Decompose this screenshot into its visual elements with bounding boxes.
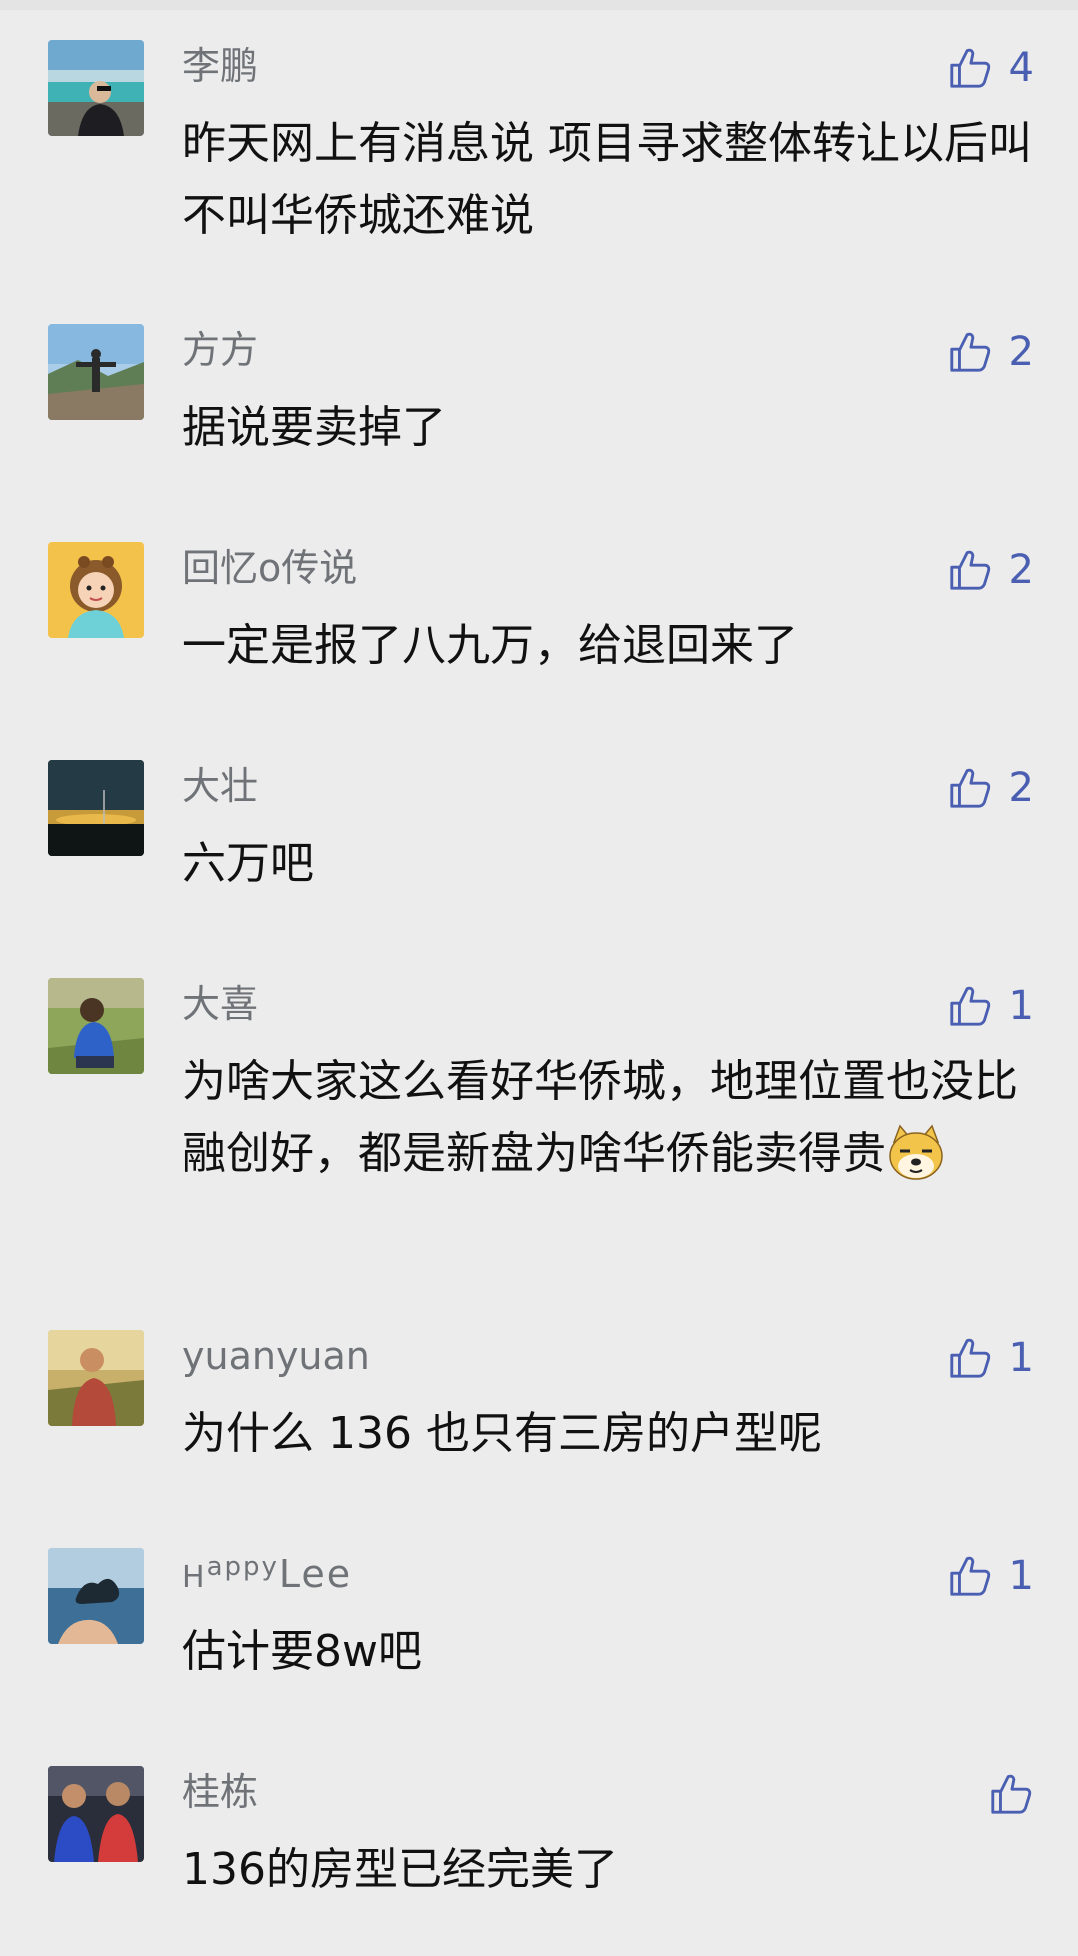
user-avatar[interactable] bbox=[48, 1548, 144, 1644]
like-button[interactable]: 1 bbox=[947, 1548, 1034, 1604]
comment-text: 六万吧 bbox=[182, 838, 314, 889]
comment-item: 方方 2 据说要卖掉了 bbox=[0, 324, 1078, 454]
like-button[interactable]: 2 bbox=[947, 542, 1034, 598]
like-count: 2 bbox=[1008, 329, 1034, 375]
thumbs-up-icon bbox=[947, 1335, 993, 1381]
top-divider bbox=[0, 0, 1078, 10]
user-avatar[interactable] bbox=[48, 978, 144, 1074]
comment-item: 大壮 2 六万吧 bbox=[0, 760, 1078, 890]
comment-item: 大喜 1 为啥大家这么看好华侨城，地理位置也没比融创好，都是新盘为啥华侨能卖得贵 bbox=[0, 978, 1078, 1248]
like-count: 1 bbox=[1008, 1553, 1034, 1599]
happylee-name-super: appy bbox=[206, 1552, 279, 1582]
user-avatar[interactable] bbox=[48, 542, 144, 638]
user-avatar[interactable] bbox=[48, 324, 144, 420]
user-avatar[interactable] bbox=[48, 760, 144, 856]
comment-author[interactable]: 回忆o传说 bbox=[182, 544, 357, 592]
happylee-name-small: H bbox=[182, 1560, 207, 1595]
comment-text: 为啥大家这么看好华侨城，地理位置也没比融创好，都是新盘为啥华侨能卖得贵 bbox=[182, 1046, 1042, 1190]
like-count: 2 bbox=[1008, 547, 1034, 593]
like-count: 2 bbox=[1008, 765, 1034, 811]
comment-text: 一定是报了八九万，给退回来了 bbox=[182, 620, 798, 671]
comment-text: 136的房型已经完美了 bbox=[182, 1844, 618, 1895]
like-button[interactable] bbox=[988, 1766, 1034, 1822]
comment-text: 据说要卖掉了 bbox=[182, 402, 446, 453]
comment-author[interactable]: 李鹏 bbox=[182, 42, 258, 90]
thumbs-up-icon bbox=[947, 983, 993, 1029]
like-button[interactable]: 4 bbox=[947, 40, 1034, 96]
user-avatar[interactable] bbox=[48, 40, 144, 136]
happylee-name-end: Lee bbox=[278, 1552, 353, 1596]
comment-text: 为什么 136 也只有三房的户型呢 bbox=[182, 1408, 822, 1459]
user-avatar[interactable] bbox=[48, 1330, 144, 1426]
user-avatar[interactable] bbox=[48, 1766, 144, 1862]
like-button[interactable]: 2 bbox=[947, 760, 1034, 816]
thumbs-up-icon bbox=[947, 45, 993, 91]
like-button[interactable]: 1 bbox=[947, 1330, 1034, 1386]
thumbs-up-icon bbox=[947, 329, 993, 375]
like-count: 1 bbox=[1008, 983, 1034, 1029]
comment-item: HappyLee 1 估计要8w吧 bbox=[0, 1548, 1078, 1678]
thumbs-up-icon bbox=[947, 765, 993, 811]
comment-author[interactable]: yuanyuan bbox=[182, 1332, 370, 1380]
comment-author[interactable]: 桂栋 bbox=[182, 1768, 258, 1816]
comment-author[interactable]: 大壮 bbox=[182, 762, 258, 810]
doge-emoji bbox=[886, 1124, 946, 1182]
thumbs-up-icon bbox=[947, 547, 993, 593]
comment-item: 李鹏 4 昨天网上有消息说 项目寻求整体转让以后叫不叫华侨城还难说 bbox=[0, 40, 1078, 241]
comment-text: 估计要8w吧 bbox=[182, 1626, 422, 1677]
thumbs-up-icon bbox=[947, 1553, 993, 1599]
comment-item: 回忆o传说 2 一定是报了八九万，给退回来了 bbox=[0, 542, 1078, 672]
comment-author[interactable]: 大喜 bbox=[182, 980, 258, 1028]
thumbs-up-icon bbox=[988, 1771, 1034, 1817]
like-count: 1 bbox=[1008, 1335, 1034, 1381]
comment-item: yuanyuan 1 为什么 136 也只有三房的户型呢 bbox=[0, 1330, 1078, 1460]
comment-author[interactable]: HappyLee bbox=[182, 1550, 352, 1603]
comment-text: 昨天网上有消息说 项目寻求整体转让以后叫不叫华侨城还难说 bbox=[182, 118, 1032, 241]
like-button[interactable]: 2 bbox=[947, 324, 1034, 380]
like-button[interactable]: 1 bbox=[947, 978, 1034, 1034]
comment-author[interactable]: 方方 bbox=[182, 326, 258, 374]
comment-item: 桂栋 136的房型已经完美了 bbox=[0, 1766, 1078, 1896]
like-count: 4 bbox=[1008, 45, 1034, 91]
